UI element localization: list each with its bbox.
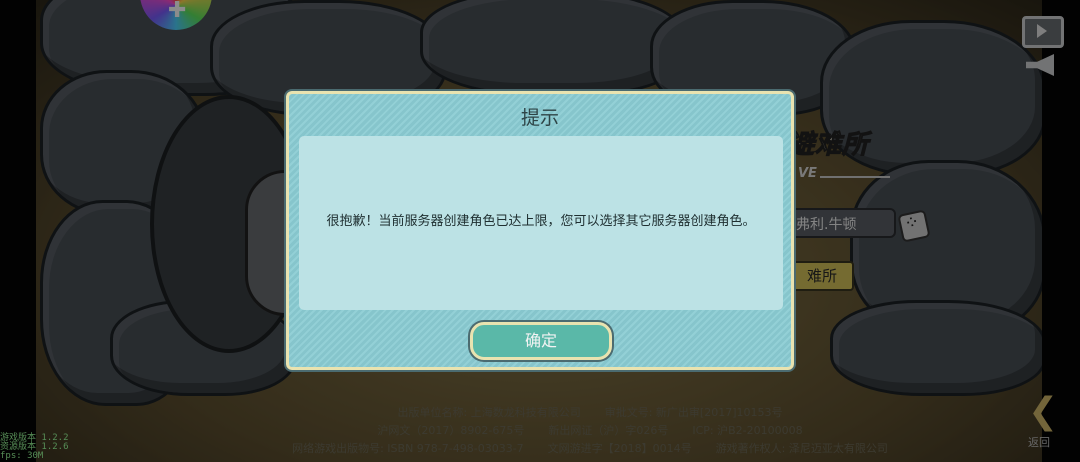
dialog-message: 很抱歉！当前服务器创建角色已达上限，您可以选择其它服务器创建角色。	[326, 214, 756, 229]
dialog-body: 很抱歉！当前服务器创建角色已达上限，您可以选择其它服务器创建角色。	[299, 136, 783, 310]
dialog-title: 提示	[520, 107, 559, 129]
confirm-button[interactable]: 确定	[470, 322, 612, 360]
game-background: 避难所 VE 弗利.牛顿 难所 ✚ 返回 出版单位名称: 上海数龙科技有限公司 …	[0, 0, 1080, 462]
alert-dialog: 提示 很抱歉！当前服务器创建角色已达上限，您可以选择其它服务器创建角色。 确定	[286, 91, 794, 370]
